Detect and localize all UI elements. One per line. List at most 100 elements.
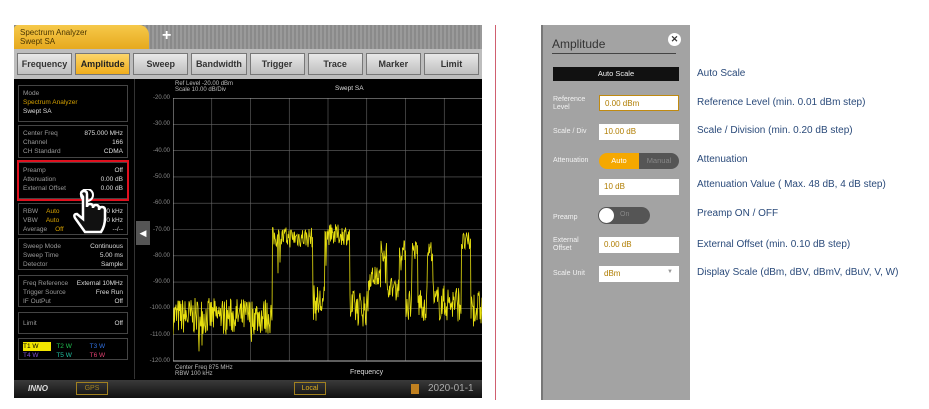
close-icon[interactable]: ✕	[668, 33, 681, 46]
annotation-label: Preamp ON / OFF	[697, 208, 779, 219]
y-tick-label: -70.00	[152, 226, 170, 233]
trace-1-label[interactable]: T1 W	[23, 342, 51, 351]
tab-spectrum-analyzer[interactable]: Spectrum Analyzer Swept SA	[14, 25, 149, 49]
mode-value: Spectrum Analyzer	[23, 99, 78, 106]
sweep-box[interactable]: Sweep Mode Continuous Sweep Time 5.00 ms Det…	[18, 238, 128, 270]
annotation-label: Attenuation Value ( Max. 48 dB, 4 dB ste…	[697, 179, 886, 190]
hand-pointer-icon	[73, 189, 107, 234]
menu-limit[interactable]: Limit	[423, 53, 479, 75]
sweep-row: Sweep Time 5.00 ms	[23, 251, 123, 260]
y-tick-label: -50.00	[152, 173, 170, 180]
limit-value: Off	[114, 320, 123, 327]
attenuation-toggle[interactable]: Auto Manual	[599, 153, 679, 169]
ref-value: Off	[114, 298, 123, 305]
trace-6-label[interactable]: T6 W	[90, 351, 123, 360]
spectrum-plot: Ref Level -20.00 dBm Scale 10.00 dB/Div S…	[134, 79, 482, 379]
divider	[495, 25, 496, 400]
bw-label: RBW	[23, 208, 39, 215]
chevron-down-icon: ▼	[667, 269, 673, 275]
ref-label: Freq Reference	[23, 280, 69, 287]
scale-input[interactable]: 10.00 dB	[599, 124, 679, 140]
status-bar: INNO GPS Local 2020-01-1	[14, 380, 482, 398]
bw-mode: Auto	[45, 217, 60, 224]
freq-row: Channel 166	[23, 138, 123, 147]
y-tick-label: -90.00	[152, 279, 170, 286]
freq-row: Center Freq 875.000 MHz	[23, 129, 123, 138]
y-tick-label: -100.00	[149, 305, 170, 312]
reference-box[interactable]: Freq Reference External 10MHz Trigger Sour…	[18, 275, 128, 307]
menu-marker[interactable]: Marker	[365, 53, 421, 75]
bw-mode: Off	[55, 226, 64, 233]
spectrum-trace-graph	[173, 98, 482, 362]
plot-title: Swept SA	[335, 85, 364, 92]
menu-frequency[interactable]: Frequency	[17, 53, 73, 75]
bw-value: --/--	[112, 226, 123, 233]
trace-4-label[interactable]: T4 W	[23, 351, 56, 360]
ref-level-label: Reference Level	[553, 96, 586, 111]
preamp-label: Preamp	[553, 214, 578, 221]
freq-label: Channel	[23, 139, 48, 146]
y-tick-label: -40.00	[152, 147, 170, 154]
menu-trace[interactable]: Trace	[307, 53, 363, 75]
spectrum-analyzer-screen: Spectrum Analyzer Swept SA + Frequency Amp…	[14, 25, 482, 398]
menu-sweep[interactable]: Sweep	[133, 53, 189, 75]
preamp-toggle[interactable]: On	[598, 207, 650, 224]
mode-label: Mode	[23, 90, 40, 97]
sweep-value: Continuous	[90, 243, 123, 250]
attenuation-auto-option[interactable]: Auto	[599, 153, 639, 169]
panel-title: Amplitude	[552, 37, 676, 54]
auto-scale-button[interactable]: Auto Scale	[553, 67, 679, 81]
y-tick-label: -20.00	[152, 95, 170, 101]
rbw-label: RBW 100 kHz	[175, 371, 213, 377]
offset-input[interactable]: 0.00 dB	[599, 237, 679, 253]
annotation-label: Attenuation	[697, 154, 748, 165]
sweep-row: Detector Sample	[23, 260, 123, 269]
gps-indicator: GPS	[76, 382, 108, 395]
add-tab-button[interactable]: +	[162, 27, 171, 45]
menu-amplitude[interactable]: Amplitude	[75, 53, 131, 75]
limit-label: Limit	[23, 320, 37, 327]
ref-label: Trigger Source	[23, 289, 66, 296]
attenuation-label: Attenuation	[553, 157, 589, 164]
y-tick-label: -60.00	[152, 200, 170, 207]
alert-icon	[411, 384, 419, 394]
freq-label: Center Freq	[23, 130, 58, 137]
trace-box[interactable]: T1 W T2 W T3 W T4 W T5 W T6 W	[18, 338, 128, 360]
attenuation-manual-option[interactable]: Manual	[639, 153, 679, 169]
tab-title: Spectrum Analyzer	[20, 28, 88, 37]
bw-label: VBW	[23, 217, 38, 224]
mode-box[interactable]: Mode Spectrum Analyzer Swept SA	[18, 85, 128, 122]
scale-unit-label: Scale Unit	[553, 270, 585, 277]
ref-value: External 10MHz	[76, 280, 123, 287]
trace-1-line	[173, 223, 482, 352]
annotation-label: External Offset (min. 0.10 dB step)	[697, 239, 851, 250]
tab-bar: Spectrum Analyzer Swept SA +	[14, 25, 482, 49]
scale-label: Scale / Div	[553, 128, 587, 135]
scale-unit-value: dBm	[604, 269, 621, 278]
menu-bar: Frequency Amplitude Sweep Bandwidth Trigger T…	[14, 49, 482, 79]
scale-unit-select[interactable]: dBm ▼	[599, 266, 679, 282]
attenuation-value-input[interactable]: 10 dB	[599, 179, 679, 195]
annotation-label: Display Scale (dBm, dBV, dBmV, dBuV, V, …	[697, 267, 899, 278]
trace-3-label[interactable]: T3 W	[90, 342, 123, 351]
freq-value: 166	[112, 139, 123, 146]
sweep-label: Sweep Time	[23, 252, 59, 259]
freq-row: CH Standard CDMA	[23, 147, 123, 156]
freq-value: CDMA	[103, 148, 123, 155]
y-tick-label: -110.00	[150, 331, 170, 338]
trace-2-label[interactable]: T2 W	[56, 342, 89, 351]
menu-bandwidth[interactable]: Bandwidth	[191, 53, 247, 75]
sweep-value: Sample	[100, 261, 123, 268]
y-tick-label: -30.00	[152, 121, 170, 128]
trace-5-label[interactable]: T5 W	[56, 351, 89, 360]
limit-box[interactable]: Limit Off	[18, 312, 128, 334]
local-button[interactable]: Local	[294, 382, 326, 395]
sweep-value: 5.00 ms	[99, 252, 123, 259]
preamp-state: On	[620, 211, 630, 218]
menu-trigger[interactable]: Trigger	[249, 53, 305, 75]
ref-level-input[interactable]: 0.00 dBm	[599, 95, 679, 111]
frequency-box[interactable]: Center Freq 875.000 MHz Channel 166 CH Stand…	[18, 125, 128, 158]
ref-value: Free Run	[95, 289, 123, 296]
bw-label: Average	[23, 226, 48, 233]
mode-sub: Swept SA	[23, 108, 52, 115]
